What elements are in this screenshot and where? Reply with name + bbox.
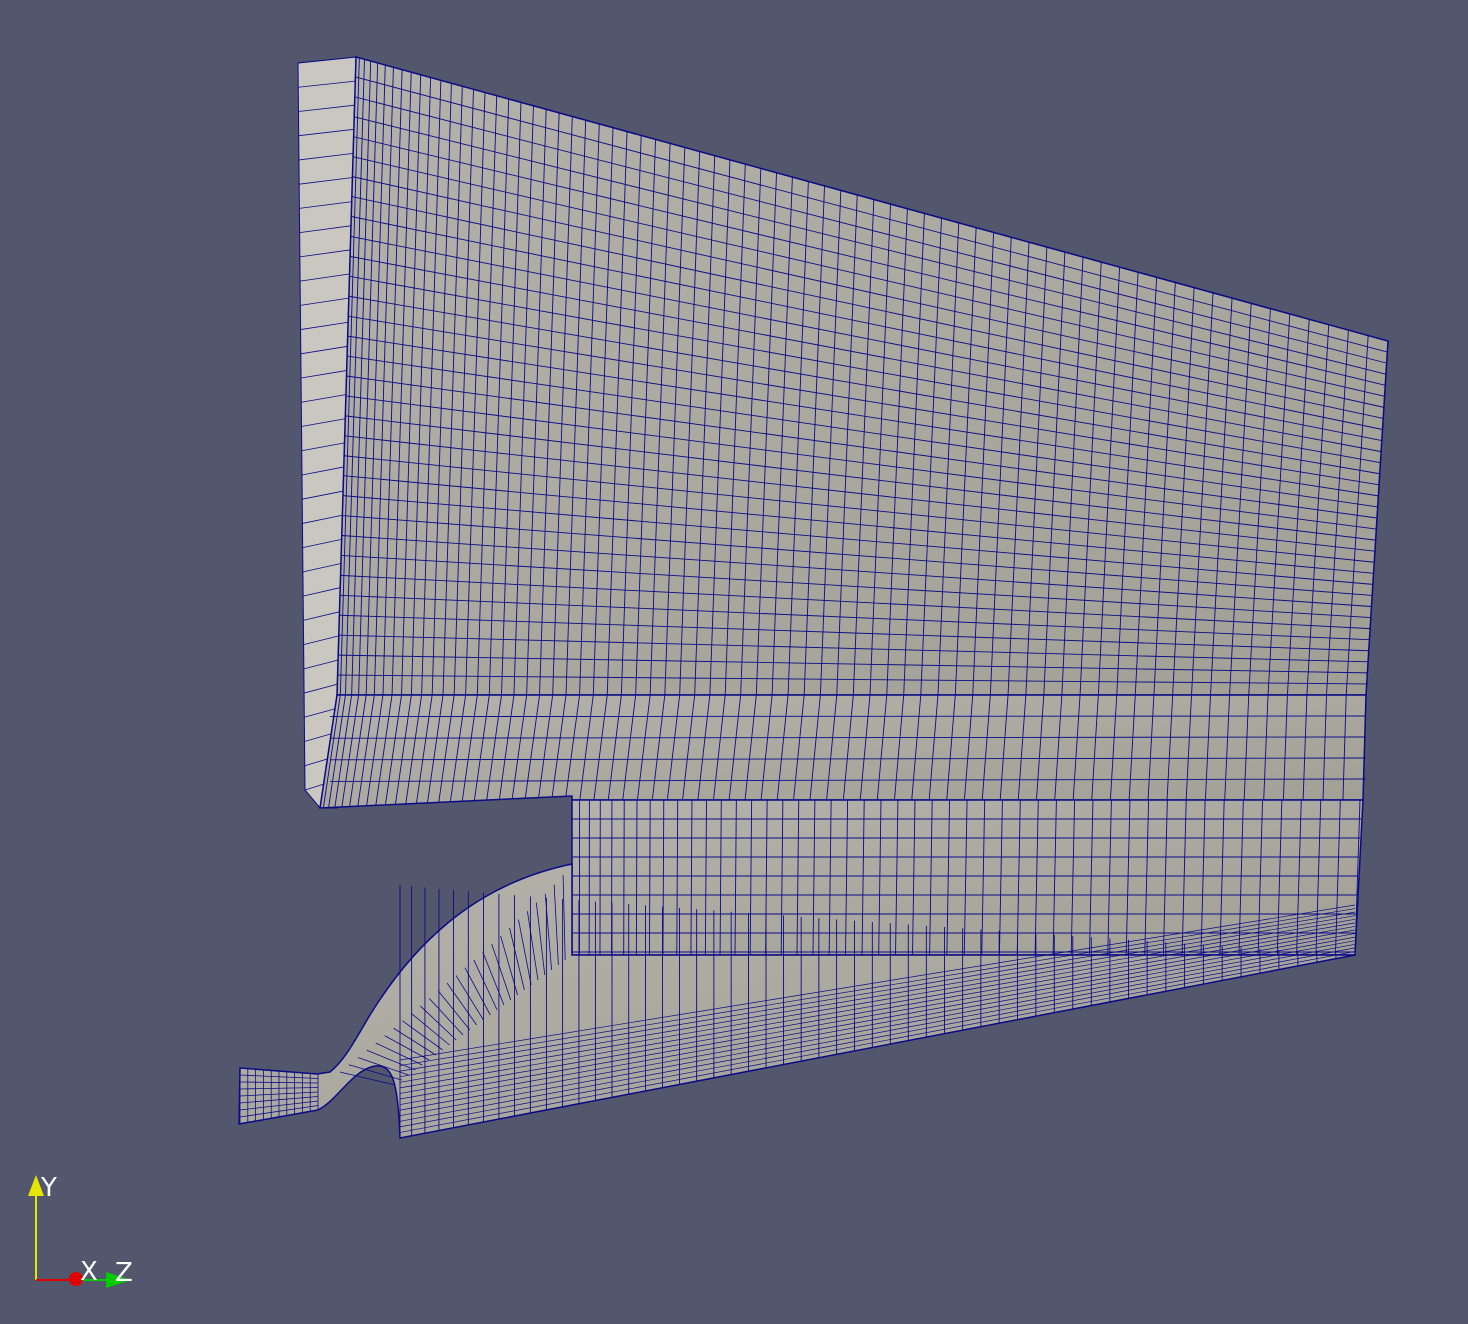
z-axis-label: Z xyxy=(115,1258,133,1288)
orientation-axes: Y X Z xyxy=(28,1173,133,1288)
render-viewport[interactable]: Y X Z xyxy=(0,0,1468,1324)
step-mesh-block xyxy=(319,694,1367,809)
x-axis-label: X xyxy=(80,1257,98,1287)
mesh-edge xyxy=(635,799,638,956)
y-axis-label: Y xyxy=(40,1173,57,1203)
mesh-edge xyxy=(329,715,1367,718)
mesh-view[interactable]: Y X Z xyxy=(0,0,1468,1324)
mesh-edge xyxy=(623,799,625,956)
